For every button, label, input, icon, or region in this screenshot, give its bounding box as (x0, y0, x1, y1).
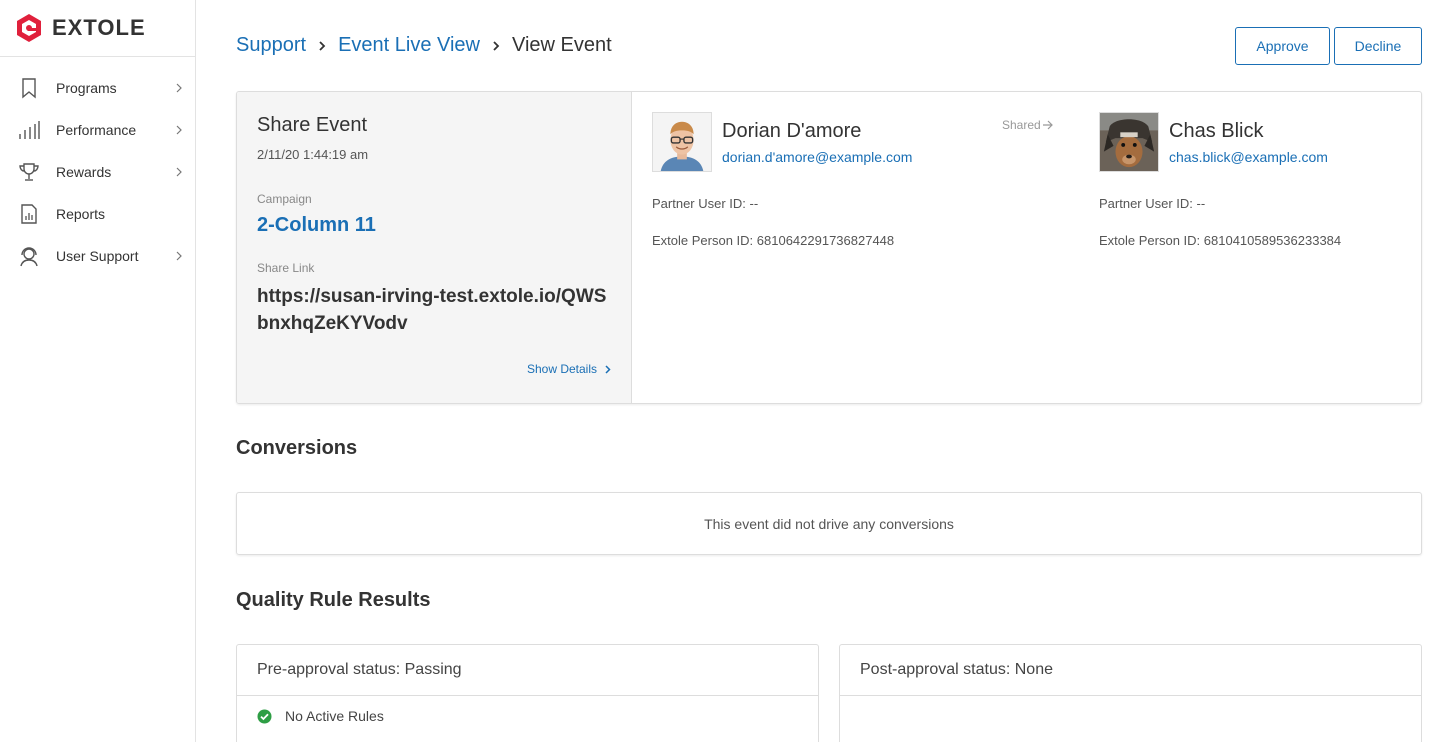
recipient-partner-id: Partner User ID: -- (1099, 196, 1206, 211)
chevron-right-icon (176, 125, 182, 135)
pre-approval-panel: Pre-approval status: Passing No Active R… (236, 644, 819, 742)
recipient-email-link[interactable]: chas.blick@example.com (1169, 149, 1328, 165)
recipient-person-id: Extole Person ID: 6810410589536233384 (1099, 233, 1342, 248)
sidebar: EXTOLE Programs Performance Rewards Repo… (0, 0, 196, 742)
sharer-name: Dorian D'amore (722, 120, 862, 142)
bookmark-icon (22, 78, 36, 99)
arrow-right-icon (1042, 120, 1053, 130)
sidebar-item-programs[interactable]: Programs (0, 67, 195, 109)
sharer-panel: Dorian D'amore dorian.d'amore@example.co… (652, 112, 912, 248)
rule-label: No Active Rules (285, 708, 384, 724)
show-details-link[interactable]: Show Details (527, 362, 611, 376)
brand-name: EXTOLE (52, 15, 146, 40)
share-link-value: https://susan-irving-test.extole.io/QWSb… (257, 286, 607, 334)
sidebar-item-label: Programs (56, 80, 117, 96)
check-circle-icon (257, 709, 272, 723)
trophy-icon (19, 163, 39, 181)
event-summary: Share Event 2/11/20 1:44:19 am Campaign … (237, 92, 632, 403)
post-approval-status: Post-approval status: None (840, 645, 1421, 696)
campaign-link[interactable]: 2-Column 11 (257, 214, 611, 237)
sharer-partner-id: Partner User ID: -- (652, 196, 759, 211)
decline-button[interactable]: Decline (1334, 27, 1422, 65)
conversions-empty-text: This event did not drive any conversions (704, 515, 954, 532)
dog-photo-icon (1100, 113, 1158, 171)
page-title: View Event (512, 34, 612, 56)
sidebar-item-reports[interactable]: Reports (0, 193, 195, 235)
chevron-right-icon (176, 167, 182, 177)
chevron-right-icon (605, 364, 611, 374)
breadcrumb: Support Event Live View View Event (236, 34, 612, 57)
sidebar-nav: Programs Performance Rewards Reports Use… (0, 57, 195, 277)
sharer-person-id: Extole Person ID: 6810642291736827448 (652, 233, 895, 248)
campaign-label: Campaign (257, 192, 312, 206)
shared-label: Shared (1002, 118, 1041, 132)
shared-indicator: Shared (1002, 118, 1054, 132)
conversions-heading: Conversions (236, 437, 358, 459)
share-link-label: Share Link (257, 261, 315, 275)
chevron-right-icon (176, 251, 182, 261)
recipient-name: Chas Blick (1169, 120, 1264, 142)
breadcrumb-event-live-view-link[interactable]: Event Live View (338, 34, 480, 57)
conversions-empty-state: This event did not drive any conversions (236, 492, 1422, 555)
recipient-header: Chas Blick chas.blick@example.com (1099, 112, 1341, 172)
sidebar-item-label: Rewards (56, 164, 112, 180)
sidebar-item-label: Performance (56, 122, 137, 138)
recipient-panel: Chas Blick chas.blick@example.com Partne… (1099, 112, 1341, 248)
support-icon (20, 247, 38, 267)
pre-approval-status: Pre-approval status: Passing (237, 645, 818, 696)
show-details-label: Show Details (526, 362, 597, 376)
event-title: Share Event (257, 114, 368, 136)
quality-rule-results-heading: Quality Rule Results (236, 589, 431, 611)
chevron-right-icon (319, 40, 326, 51)
event-card: Share Event 2/11/20 1:44:19 am Campaign … (236, 91, 1422, 404)
sidebar-item-label: User Support (56, 248, 139, 264)
chevron-right-icon (493, 40, 500, 51)
chevron-right-icon (176, 83, 182, 93)
report-icon (21, 204, 37, 224)
person-photo-icon (653, 113, 711, 171)
sharer-avatar (652, 112, 712, 172)
bar-chart-icon (19, 121, 40, 139)
logo[interactable]: EXTOLE (0, 0, 195, 57)
sidebar-item-user-support[interactable]: User Support (0, 235, 195, 277)
sharer-email-link[interactable]: dorian.d'amore@example.com (722, 149, 912, 165)
breadcrumb-support-link[interactable]: Support (236, 34, 306, 57)
main-content: Support Event Live View View Event Appro… (196, 0, 1434, 742)
sidebar-item-label: Reports (56, 206, 106, 222)
post-approval-panel: Post-approval status: None (839, 644, 1422, 742)
rule-row: No Active Rules (237, 696, 818, 736)
event-participants: Dorian D'amore dorian.d'amore@example.co… (632, 92, 1421, 403)
approve-button[interactable]: Approve (1235, 27, 1330, 65)
event-date: 2/11/20 1:44:19 am (257, 147, 369, 162)
sharer-header: Dorian D'amore dorian.d'amore@example.co… (652, 112, 912, 172)
recipient-avatar (1099, 112, 1159, 172)
sidebar-item-rewards[interactable]: Rewards (0, 151, 195, 193)
sidebar-item-performance[interactable]: Performance (0, 109, 195, 151)
extole-logo-icon (17, 14, 41, 42)
